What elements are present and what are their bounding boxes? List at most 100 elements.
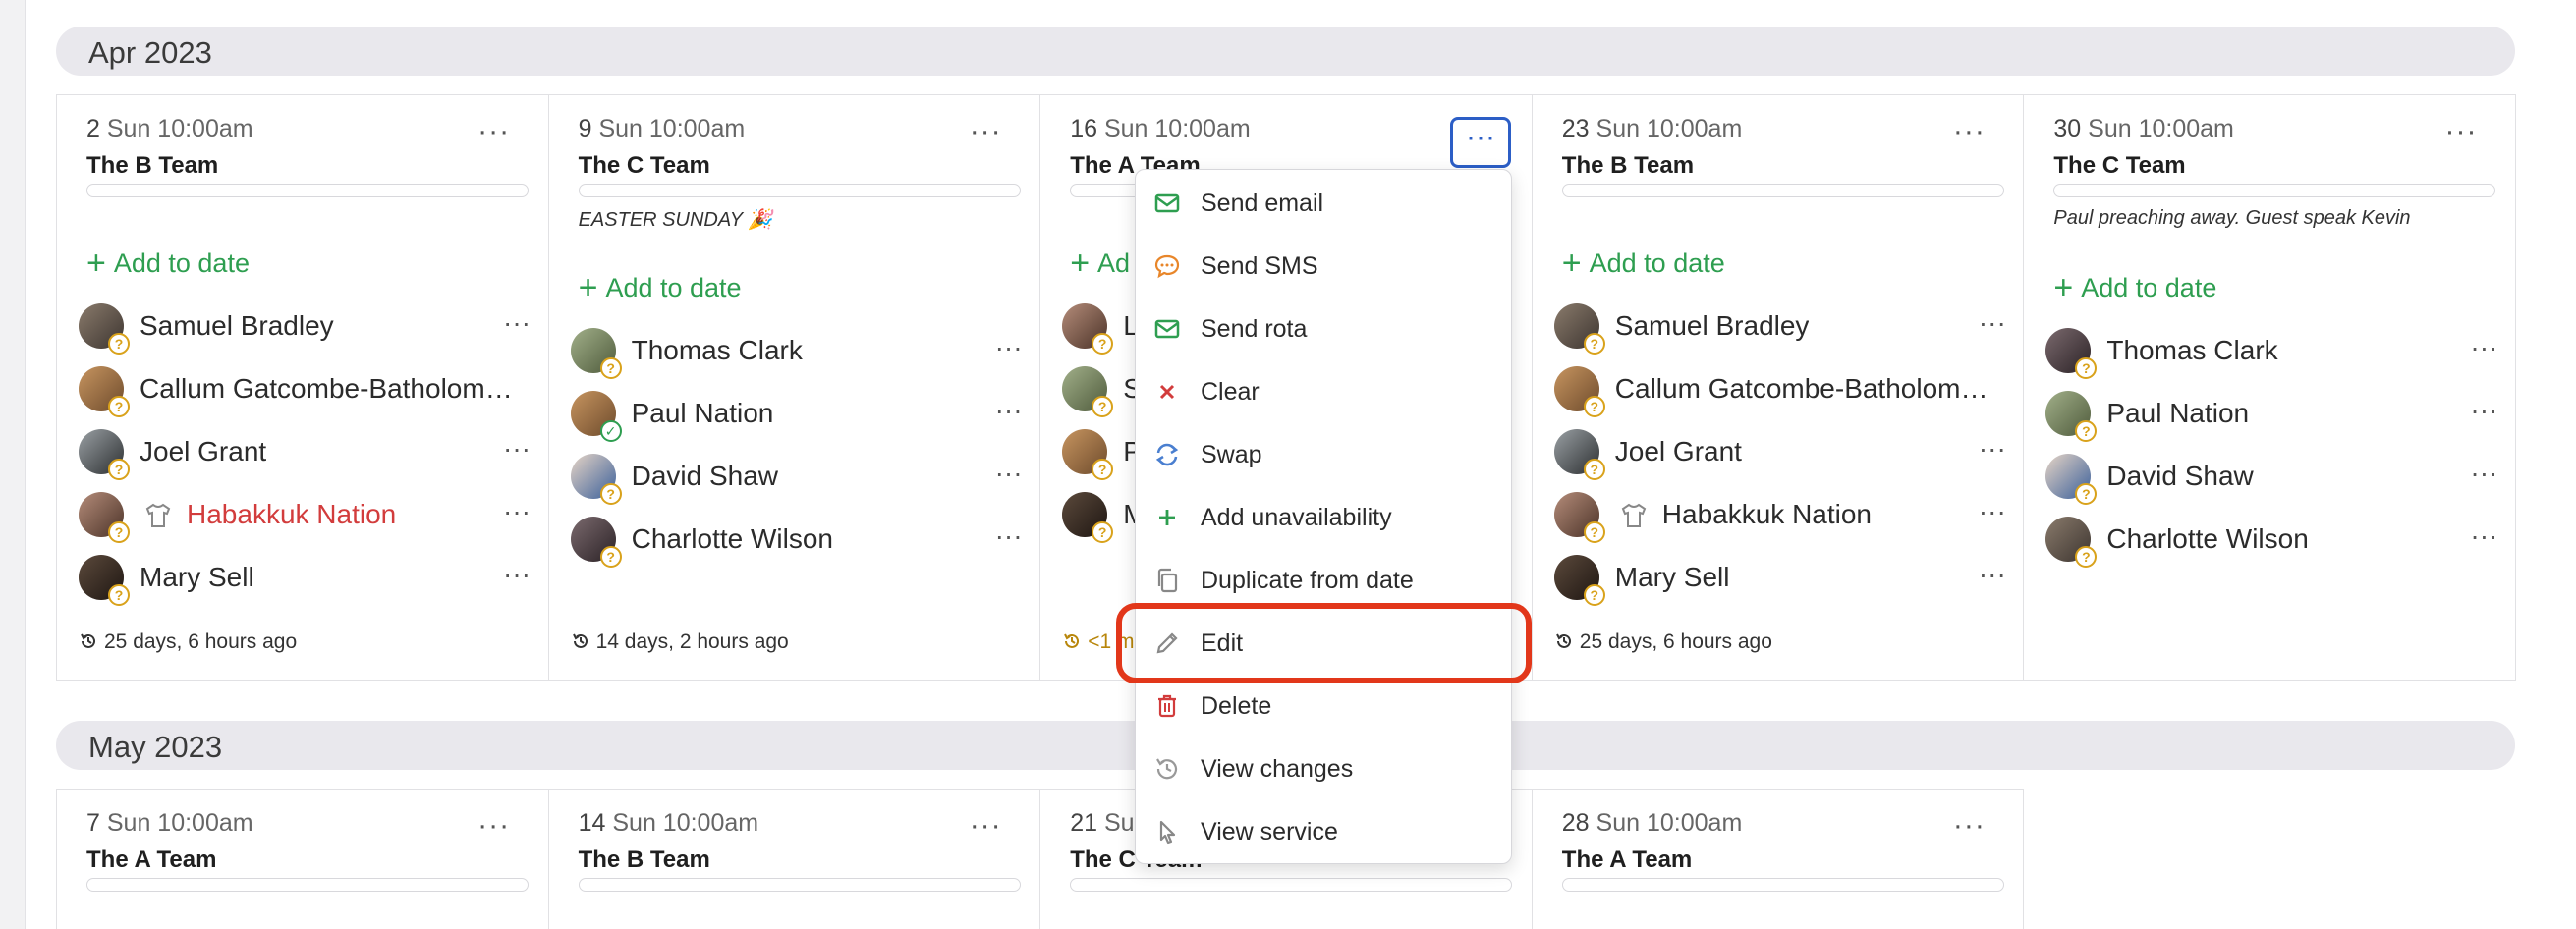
date-card[interactable]: 14 Sun 10:00am ··· The B Team — [548, 790, 1041, 929]
person-more-button[interactable]: ··· — [995, 458, 1023, 489]
card-more-button[interactable]: ··· — [963, 117, 1008, 156]
team-name[interactable]: The C Team — [2053, 152, 2185, 180]
date-day: 2 — [86, 115, 100, 142]
person-more-button[interactable]: ··· — [503, 307, 531, 339]
person-row[interactable]: ? Charlotte Wilson ··· — [2045, 513, 2503, 568]
menu-item-send-sms[interactable]: Send SMS — [1136, 235, 1513, 298]
person-more-button[interactable]: ··· — [2470, 458, 2497, 489]
person-row[interactable]: ? Paul Nation ··· — [2045, 387, 2503, 442]
person-more-button[interactable]: ··· — [503, 496, 531, 527]
menu-item-view-changes[interactable]: View changes — [1136, 738, 1513, 800]
trash-icon — [1158, 694, 1176, 718]
person-more-button[interactable]: ··· — [1979, 433, 2006, 464]
date-card[interactable]: 2 Sun 10:00am ··· The B Team + Add to dat… — [57, 95, 549, 680]
person-more-button[interactable]: ··· — [2470, 332, 2497, 363]
person-name: David Shaw — [2106, 461, 2254, 491]
status-pending-icon: ? — [2075, 546, 2098, 568]
rota-page: Apr 2023 2 Sun 10:00am ··· The B Team + A… — [0, 0, 2576, 929]
person-row[interactable]: ? David Shaw ··· — [570, 450, 1029, 505]
last-updated: 25 days, 6 hours ago — [1554, 630, 1772, 654]
add-label: Add to date — [605, 273, 742, 302]
person-more-button[interactable]: ··· — [2470, 520, 2497, 552]
plus-icon: + — [578, 269, 598, 306]
menu-item-view-service[interactable]: View service — [1136, 800, 1513, 863]
person-row[interactable]: ? Thomas Clark ··· — [570, 324, 1029, 379]
person-row[interactable]: ? Charlotte Wilson ··· — [570, 513, 1029, 568]
date-card[interactable]: 28 Sun 10:00am ··· The A Team — [1532, 790, 2025, 929]
person-more-button[interactable]: ··· — [2470, 395, 2497, 426]
person-row[interactable]: ? Habakkuk Nation ··· — [79, 488, 536, 543]
date-card[interactable]: 23 Sun 10:00am ··· The B Team + Add to da… — [1532, 95, 2025, 680]
menu-item-label: Delete — [1201, 692, 1272, 720]
add-to-date-link[interactable]: + Add to date — [2053, 267, 2216, 306]
context-menu: Send email Send SMS Send rota Clear Swap… — [1135, 169, 1512, 864]
person-more-button[interactable]: ··· — [995, 332, 1023, 363]
add-to-date-link[interactable]: + Ad — [1070, 243, 1131, 282]
date-time: Sun 10:00am — [106, 809, 253, 837]
person-row[interactable]: ✓ Paul Nation ··· — [570, 387, 1029, 442]
person-more-button[interactable]: ··· — [1979, 559, 2006, 590]
person-row[interactable]: ? Mary Sell ··· — [1553, 551, 2012, 606]
menu-item-swap[interactable]: Swap — [1136, 423, 1513, 486]
person-more-button[interactable]: ··· — [995, 395, 1023, 426]
person-row[interactable]: ? Callum Gatcombe-Batholom… — [79, 362, 536, 417]
person-row[interactable]: ? Joel Grant ··· — [79, 425, 536, 480]
person-more-button[interactable]: ··· — [995, 520, 1023, 552]
menu-item-send-email[interactable]: Send email — [1136, 172, 1513, 235]
team-name[interactable]: The A Team — [1562, 847, 1692, 874]
card-more-button[interactable]: ··· — [472, 117, 517, 156]
person-more-button[interactable]: ··· — [1979, 307, 2006, 339]
shirt-icon — [1621, 503, 1647, 527]
card-more-button[interactable]: ··· — [1946, 811, 1991, 850]
person-row[interactable]: ? David Shaw ··· — [2045, 450, 2503, 505]
card-more-button[interactable]: ··· — [472, 811, 517, 850]
plus-icon: + — [86, 245, 106, 282]
person-more-button[interactable]: ··· — [503, 433, 531, 464]
edit-highlight-annotation — [1116, 603, 1532, 683]
status-pending-icon: ? — [2075, 420, 2098, 442]
person-row[interactable]: ? Samuel Bradley ··· — [1553, 300, 2012, 355]
team-name[interactable]: The B Team — [579, 847, 710, 874]
menu-item-send-rota[interactable]: Send rota — [1136, 298, 1513, 360]
team-name[interactable]: The B Team — [1562, 152, 1694, 180]
add-label: Ad — [1097, 248, 1131, 278]
date-time: Sun 10:00am — [1596, 809, 1743, 837]
card-more-button[interactable]: ··· — [963, 811, 1008, 850]
card-more-button-active[interactable]: ··· — [1450, 117, 1511, 168]
person-row[interactable]: ? Habakkuk Nation ··· — [1553, 488, 2012, 543]
status-confirmed-icon: ✓ — [599, 420, 622, 442]
menu-item-delete[interactable]: Delete — [1136, 675, 1513, 738]
date-time: Sun 10:00am — [1596, 115, 1743, 142]
person-name: Paul Nation — [631, 398, 774, 428]
menu-item-clear[interactable]: Clear — [1136, 360, 1513, 423]
progress-bar — [2053, 184, 2496, 197]
person-name: Charlotte Wilson — [631, 523, 833, 554]
add-to-date-link[interactable]: + Add to date — [1562, 243, 1725, 282]
person-name: Paul Nation — [2106, 398, 2250, 428]
last-updated: 14 days, 2 hours ago — [571, 630, 789, 654]
menu-item-add-unavailability[interactable]: Add unavailability — [1136, 486, 1513, 549]
team-name[interactable]: The B Team — [86, 152, 218, 180]
date-card[interactable]: 7 Sun 10:00am ··· The A Team — [57, 790, 549, 929]
menu-item-label: Clear — [1201, 378, 1260, 406]
person-row[interactable]: ? Joel Grant ··· — [1553, 425, 2012, 480]
speech-bubble-icon — [1154, 254, 1180, 279]
person-row[interactable]: ? Samuel Bradley ··· — [79, 300, 536, 355]
status-pending-icon: ? — [1583, 521, 1605, 543]
status-pending-icon: ? — [108, 459, 130, 480]
date-day: 16 — [1070, 115, 1097, 142]
add-to-date-link[interactable]: + Add to date — [86, 243, 250, 282]
date-time: Sun 10:00am — [598, 115, 746, 142]
person-row[interactable]: ? Callum Gatcombe-Batholom… — [1553, 362, 2012, 417]
card-more-button[interactable]: ··· — [2438, 117, 2484, 156]
person-row[interactable]: ? Mary Sell ··· — [79, 551, 536, 606]
person-more-button[interactable]: ··· — [1979, 496, 2006, 527]
add-to-date-link[interactable]: + Add to date — [578, 267, 742, 306]
person-more-button[interactable]: ··· — [503, 559, 531, 590]
person-row[interactable]: ? Thomas Clark ··· — [2045, 324, 2503, 379]
team-name[interactable]: The C Team — [579, 152, 710, 180]
team-name[interactable]: The A Team — [86, 847, 216, 874]
card-more-button[interactable]: ··· — [1946, 117, 1991, 156]
date-card[interactable]: 9 Sun 10:00am ··· The C Team EASTER SUND… — [548, 95, 1041, 680]
date-card[interactable]: 30 Sun 10:00am ··· The C Team Paul preac… — [2024, 95, 2516, 680]
